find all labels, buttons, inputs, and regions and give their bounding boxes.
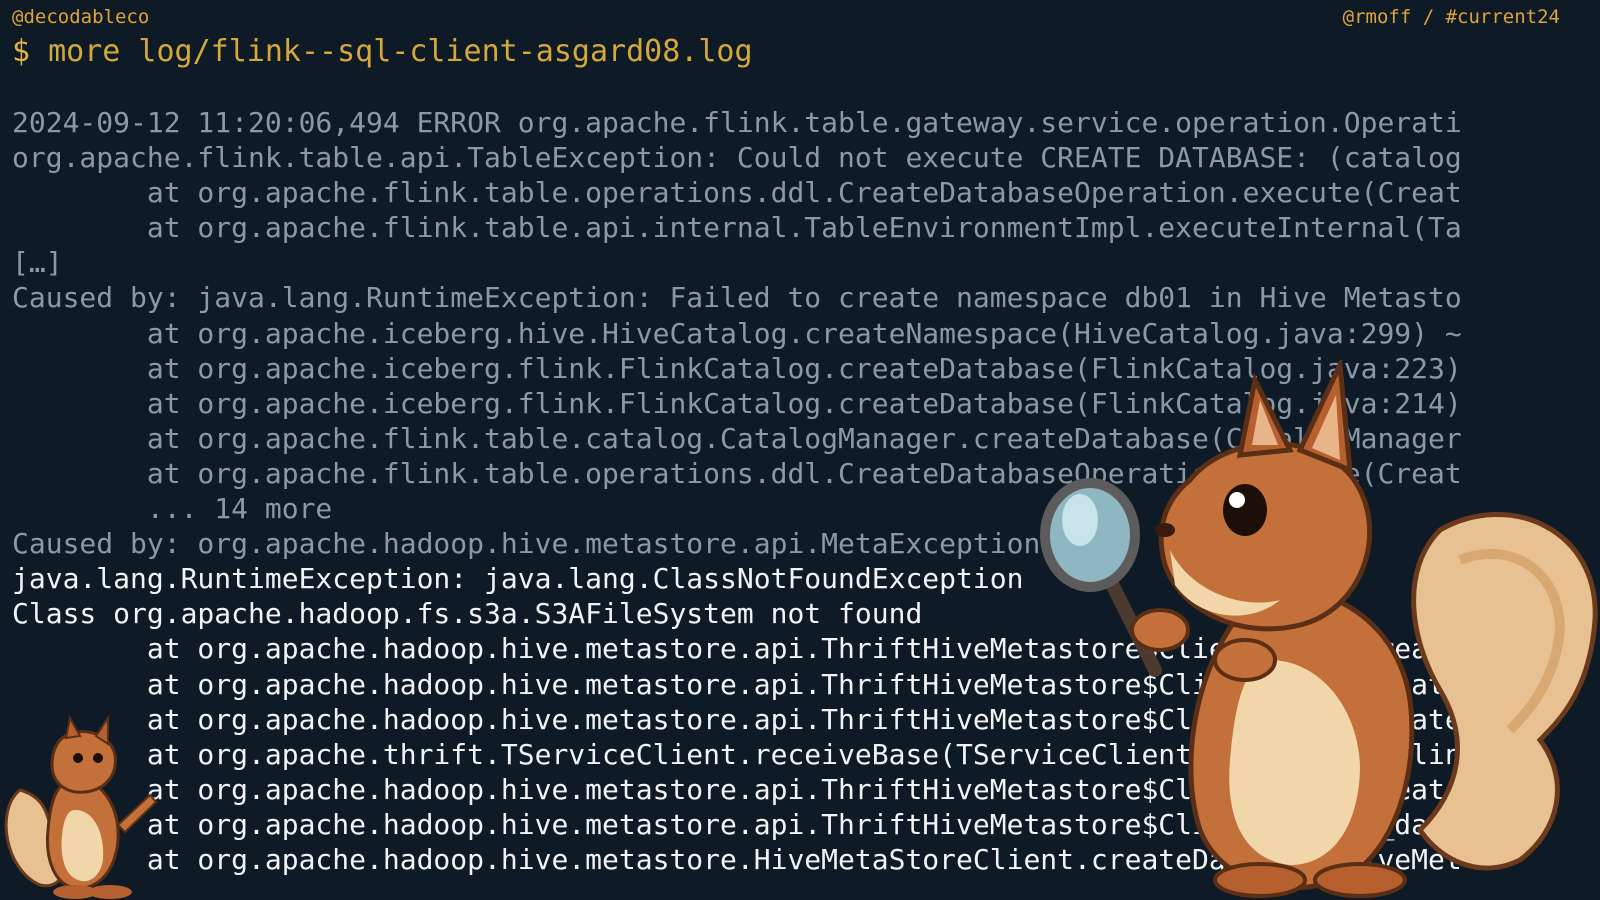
log-line: ... 14 more: [12, 492, 333, 526]
log-line: […]: [12, 246, 63, 280]
log-line: at org.apache.hadoop.hive.metastore.api.…: [12, 667, 1462, 701]
prompt-symbol: $: [12, 34, 31, 69]
log-line: at org.apache.flink.table.catalog.Catalo…: [12, 421, 1462, 455]
log-line: at org.apache.hadoop.hive.metastore.api.…: [12, 772, 1462, 806]
log-line: at org.apache.iceberg.flink.FlinkCatalog…: [12, 386, 1462, 420]
log-line: at org.apache.iceberg.hive.HiveCatalog.c…: [12, 316, 1462, 350]
log-output: 2024-09-12 11:20:06,494 ERROR org.apache…: [12, 105, 1600, 877]
log-line: at org.apache.hadoop.hive.metastore.api.…: [12, 807, 1462, 841]
terminal-command: more log/flink--sql-client-asgard08.log: [48, 34, 753, 69]
log-line: at org.apache.flink.table.api.internal.T…: [12, 211, 1462, 245]
log-line: Class org.apache.hadoop.fs.s3a.S3AFileSy…: [12, 597, 923, 631]
log-line: at org.apache.thrift.TServiceClient.rece…: [12, 737, 1462, 771]
log-line: Caused by: org.apache.hadoop.hive.metast…: [12, 527, 1041, 561]
log-line: at org.apache.iceberg.flink.FlinkCatalog…: [12, 351, 1462, 385]
slide: @decodableco @rmoff / #current24 $ more …: [0, 0, 1600, 900]
log-line: at org.apache.hadoop.hive.metastore.api.…: [12, 702, 1462, 736]
log-line: org.apache.flink.table.api.TableExceptio…: [12, 141, 1462, 175]
log-line: at org.apache.hadoop.hive.metastore.api.…: [12, 632, 1462, 666]
speaker-handle: @rmoff / #current24: [1342, 6, 1560, 28]
decodable-handle: @decodableco: [12, 6, 150, 28]
log-line: at org.apache.flink.table.operations.ddl…: [12, 456, 1462, 490]
log-line: at org.apache.flink.table.operations.ddl…: [12, 176, 1462, 210]
log-line: 2024-09-12 11:20:06,494 ERROR org.apache…: [12, 106, 1462, 139]
log-line: at org.apache.hadoop.hive.metastore.Hive…: [12, 842, 1462, 876]
terminal-command-line: $ more log/flink--sql-client-asgard08.lo…: [12, 34, 753, 69]
log-line: Caused by: java.lang.RuntimeException: F…: [12, 281, 1462, 315]
log-line: java.lang.RuntimeException: java.lang.Cl…: [12, 562, 1024, 596]
